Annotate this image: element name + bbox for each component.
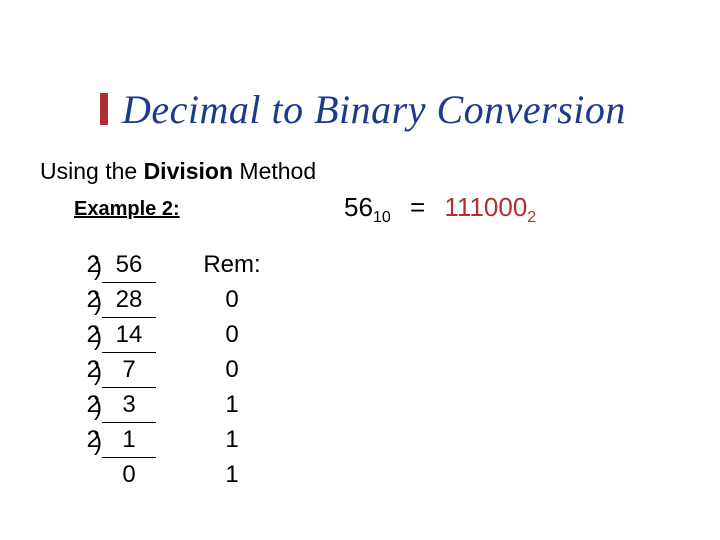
subtitle: Using the Division Method [40, 158, 316, 185]
slide: Decimal to Binary Conversion Using the D… [0, 0, 720, 540]
dividend-cell: 28 [102, 283, 152, 318]
remainder: 1 [192, 458, 272, 492]
dividend: 3 [102, 388, 156, 423]
conversion-equation: 5610 = 1110002 [344, 192, 536, 227]
dividend-cell: 7 [102, 353, 152, 388]
decimal-base: 10 [373, 209, 391, 226]
division-row: 2 14 0 [72, 318, 272, 353]
dividend-cell: 3 [102, 388, 152, 423]
remainder: 0 [192, 318, 272, 353]
binary-base: 2 [527, 209, 536, 226]
division-row: 2 56 Rem: [72, 248, 272, 283]
remainder: 0 [192, 283, 272, 318]
subtitle-prefix: Using the [40, 158, 144, 184]
division-row: 2 28 0 [72, 283, 272, 318]
subtitle-suffix: Method [233, 158, 316, 184]
dividend: 1 [102, 423, 156, 458]
division-row: 2 7 0 [72, 353, 272, 388]
division-row: 2 1 1 [72, 423, 272, 458]
binary-number: 1110002 [444, 192, 536, 222]
dividend: 14 [102, 318, 156, 353]
dividend: 28 [102, 283, 156, 318]
remainder: 1 [192, 388, 272, 423]
dividend-cell: 14 [102, 318, 152, 353]
equals-sign: = [410, 192, 425, 222]
remainder: 1 [192, 423, 272, 458]
slide-title: Decimal to Binary Conversion [100, 86, 700, 133]
final-quotient: 0 [102, 458, 156, 492]
divisor-empty [72, 458, 102, 492]
example-label: Example 2: [74, 198, 180, 221]
division-final-row: 0 1 [72, 458, 272, 492]
remainder: 0 [192, 353, 272, 388]
final-quotient-cell: 0 [102, 458, 152, 492]
title-accent-bar [100, 93, 108, 125]
title-text: Decimal to Binary Conversion [122, 87, 626, 132]
dividend-cell: 1 [102, 423, 152, 458]
decimal-value: 56 [344, 192, 373, 222]
dividend: 56 [102, 248, 156, 283]
division-work: 2 56 Rem: 2 28 0 2 14 0 2 7 0 2 3 1 2 1 … [72, 248, 272, 492]
decimal-number: 5610 [344, 192, 391, 222]
division-row: 2 3 1 [72, 388, 272, 423]
subtitle-bold: Division [144, 158, 233, 184]
remainder-header: Rem: [192, 248, 272, 283]
dividend: 7 [102, 353, 156, 388]
dividend-cell: 56 [102, 248, 152, 283]
binary-value: 111000 [444, 192, 527, 222]
